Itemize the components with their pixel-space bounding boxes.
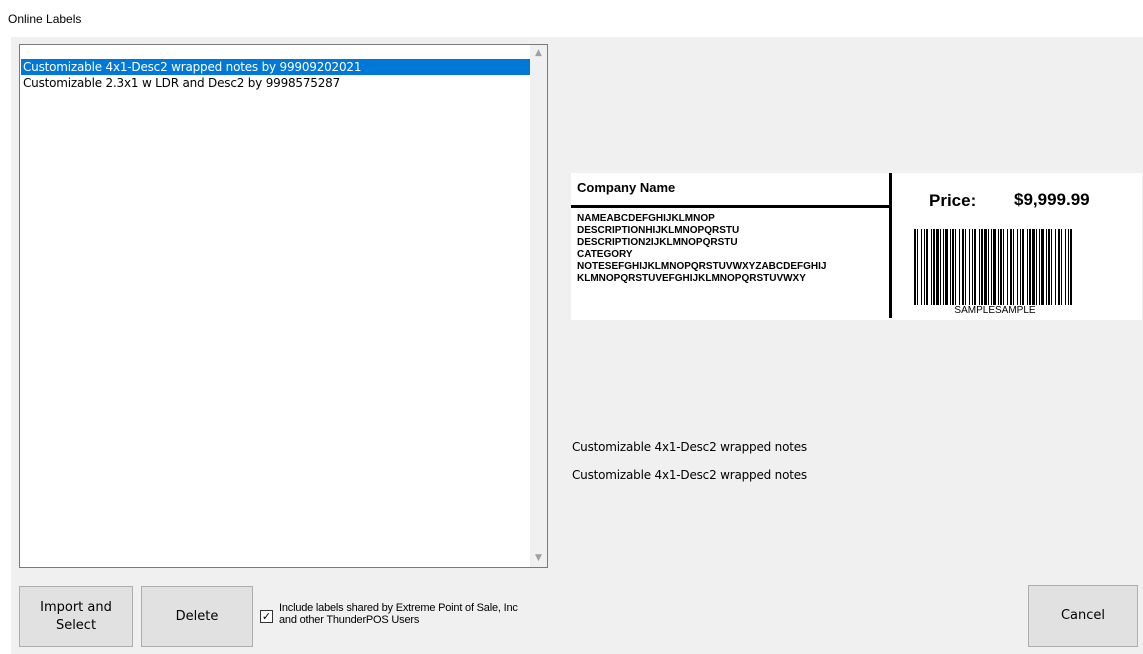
barcode-bar: [943, 229, 944, 305]
barcode-bar: [965, 229, 966, 305]
include-shared-checkbox[interactable]: ✓: [260, 610, 273, 623]
preview-divider-horizontal: [571, 205, 892, 208]
barcode-bar: [945, 229, 948, 305]
import-and-select-button[interactable]: Import and Select: [19, 586, 133, 647]
barcode-bar: [1036, 229, 1037, 305]
barcode-bar: [1061, 229, 1062, 305]
barcode-bar: [936, 229, 939, 305]
label-description-line-2: Customizable 4x1-Desc2 wrapped notes: [572, 468, 807, 482]
barcode-bar: [1022, 229, 1024, 305]
barcode-bar: [979, 229, 980, 305]
barcode-bar: [1065, 229, 1066, 305]
barcode-bar: [1032, 229, 1035, 305]
import-button-label-line-2: Select: [55, 617, 97, 633]
preview-line-notes-1: NOTESEFGHIJKLMNOPQRSTUVWXYZABCDEFGHIJ: [577, 261, 827, 272]
barcode-bar: [926, 229, 928, 305]
barcode-bar: [1010, 229, 1012, 305]
barcode-bar: [952, 229, 954, 305]
cancel-button[interactable]: Cancel: [1028, 585, 1138, 647]
barcode-bar: [933, 229, 935, 305]
barcode-bar: [991, 229, 992, 305]
preview-line-name: NAMEABCDEFGHIJKLMNOP: [577, 213, 715, 224]
preview-price-label: Price:: [929, 191, 977, 210]
barcode-bar: [1046, 229, 1047, 305]
barcode-bar: [1070, 229, 1072, 305]
barcode-bar: [959, 229, 960, 305]
barcode-bar: [940, 229, 941, 305]
barcode-bar: [1048, 229, 1050, 305]
barcode-image: [914, 229, 1072, 305]
window-title: Online Labels: [8, 12, 82, 26]
barcode-bar: [924, 229, 925, 305]
barcode-bar: [1020, 229, 1021, 305]
label-description-line-1: Customizable 4x1-Desc2 wrapped notes: [572, 440, 807, 454]
barcode-bar: [988, 229, 989, 305]
barcode-bar: [1003, 229, 1004, 305]
barcode-bar: [921, 229, 922, 305]
barcode-bar: [1013, 229, 1014, 305]
preview-company-name: Company Name: [577, 180, 676, 195]
list-item[interactable]: Customizable 4x1-Desc2 wrapped notes by …: [21, 59, 531, 75]
label-preview: Company Name NAMEABCDEFGHIJKLMNOP DESCRI…: [571, 173, 1142, 320]
barcode-bar: [1041, 229, 1044, 305]
barcode-bar: [993, 229, 996, 305]
barcode-bar: [950, 229, 951, 305]
scroll-down-icon[interactable]: ▼: [530, 550, 547, 567]
list-item[interactable]: Customizable 2.3x1 w LDR and Desc2 by 99…: [21, 75, 531, 91]
barcode-bar: [1058, 229, 1060, 305]
label-listbox[interactable]: Customizable 4x1-Desc2 wrapped notes by …: [19, 44, 548, 568]
barcode-bar: [974, 229, 976, 305]
barcode-bar: [1029, 229, 1031, 305]
barcode-bar: [998, 229, 999, 305]
preview-price-value: $9,999.99: [1014, 190, 1090, 209]
barcode-bar: [1055, 229, 1056, 305]
preview-line-description2: DESCRIPTION2IJKLMNOPQRSTU: [577, 237, 738, 248]
barcode-bar: [917, 229, 918, 305]
barcode-text: SAMPLESAMPLE: [954, 305, 1036, 316]
preview-field-lines: NAMEABCDEFGHIJKLMNOP DESCRIPTIONHIJKLMNO…: [577, 213, 826, 285]
include-shared-label[interactable]: Include labels shared by Extreme Point o…: [279, 602, 519, 626]
preview-line-notes-2: KLMNOPQRSTUVEFGHIJKLMNOPQRSTUVWXY: [577, 273, 806, 284]
scroll-up-icon[interactable]: ▲: [530, 45, 547, 62]
barcode-bar: [914, 229, 916, 305]
barcode-bar: [1068, 229, 1069, 305]
barcode-bar: [1027, 229, 1028, 305]
barcode-bar: [955, 229, 956, 305]
preview-divider-vertical: [889, 173, 892, 318]
barcode-bar: [1000, 229, 1002, 305]
barcode-bar: [1007, 229, 1008, 305]
barcode-bar: [1039, 229, 1040, 305]
vertical-scrollbar[interactable]: ▲ ▼: [530, 45, 547, 567]
barcode-bar: [931, 229, 932, 305]
barcode-bar: [972, 229, 973, 305]
barcode-bar: [984, 229, 987, 305]
barcode-bar: [962, 229, 964, 305]
preview-line-category: CATEGORY: [577, 249, 633, 260]
preview-line-description: DESCRIPTIONHIJKLMNOPQRSTU: [577, 225, 740, 236]
barcode-bar: [1017, 229, 1018, 305]
main-panel: Customizable 4x1-Desc2 wrapped notes by …: [11, 37, 1143, 654]
barcode-bar: [1051, 229, 1052, 305]
barcode-bar: [969, 229, 970, 305]
barcode-bar: [981, 229, 983, 305]
delete-button[interactable]: Delete: [141, 586, 253, 647]
import-button-label-line-1: Import and: [40, 599, 112, 615]
